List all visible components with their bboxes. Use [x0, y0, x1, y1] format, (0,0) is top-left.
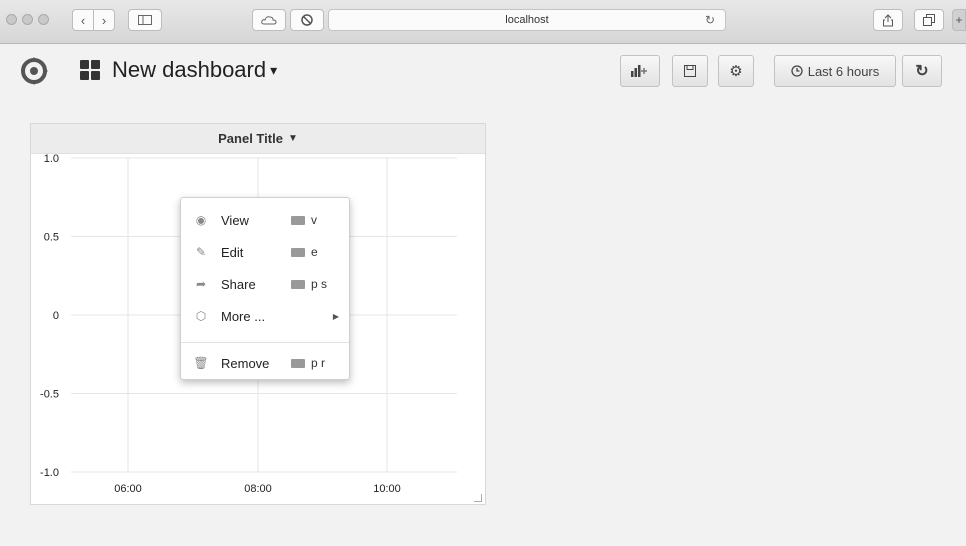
clock-icon [791, 65, 803, 77]
menu-item-label: Edit [221, 244, 244, 260]
x-tick-label: 10:00 [373, 483, 401, 495]
new-tab-button[interactable]: + [952, 9, 966, 31]
browser-toolbar: ‹ › localhost ↻ + [0, 0, 966, 44]
forward-button[interactable]: › [93, 9, 115, 31]
floppy-disk-icon [684, 65, 696, 77]
caret-down-icon: ▼ [287, 133, 298, 144]
tabs-overview-button[interactable] [914, 9, 944, 31]
panel-header[interactable]: Panel Title ▼ [31, 124, 485, 154]
time-range-label: Last 6 hours [807, 63, 880, 79]
privacy-button[interactable] [290, 9, 324, 31]
caret-right-icon: ▶ [332, 311, 339, 321]
panel-title: Panel Title [218, 131, 283, 146]
panel-context-menu: ◉ View v ✎ Edit e ➦ Share p s ⬡ More ...… [180, 197, 350, 380]
shortcut-hint: v [291, 213, 317, 227]
share-icon [883, 13, 893, 26]
trash-icon: 🗑 [193, 356, 209, 370]
tabs-icon [923, 14, 935, 26]
y-tick-label: -1.0 [40, 467, 59, 479]
x-tick-label: 06:00 [114, 483, 142, 495]
save-dashboard-button[interactable] [672, 55, 708, 87]
blocked-icon [301, 14, 313, 26]
shortcut-hint: p s [291, 277, 327, 291]
keyboard-icon [291, 215, 305, 225]
sidebar-toggle-button[interactable] [128, 9, 162, 31]
refresh-button[interactable]: ↻ [902, 55, 942, 87]
address-bar[interactable]: localhost ↻ [328, 9, 726, 31]
y-tick-label: 0 [53, 310, 59, 322]
cube-icon: ⬡ [195, 309, 207, 323]
edit-icon: ✎ [195, 245, 207, 259]
dashboard-title-text: New dashboard [112, 57, 267, 82]
menu-item-label: View [221, 212, 249, 228]
y-tick-label: 0.5 [44, 232, 59, 244]
keyboard-icon [291, 247, 305, 257]
caret-down-icon: ▾ [270, 62, 278, 78]
shortcut-text: e [311, 245, 318, 259]
menu-item-more[interactable]: ⬡ More ... ▶ [181, 300, 349, 332]
resize-handle-icon[interactable] [474, 494, 482, 502]
add-panel-icon [631, 65, 647, 77]
close-window-button[interactable] [6, 14, 17, 25]
chevron-left-icon: ‹ [80, 12, 86, 28]
dashboard-title[interactable]: New dashboard ▾ [112, 57, 277, 83]
menu-item-label: More ... [221, 308, 266, 324]
shortcut-text: p s [311, 277, 328, 291]
reload-icon[interactable]: ↻ [705, 13, 715, 27]
url-text: localhost [505, 14, 549, 26]
share-page-button[interactable] [873, 9, 903, 31]
menu-item-label: Remove [221, 355, 270, 371]
y-tick-label: 1.0 [44, 154, 59, 165]
grafana-logo-icon[interactable] [18, 55, 50, 87]
shortcut-hint: p r [291, 356, 325, 370]
dashboard-area: New dashboard ▾ ⚙ Last 6 hours ↻ Panel Ti… [0, 45, 966, 546]
back-button[interactable]: ‹ [72, 9, 94, 31]
share-icon: ➦ [195, 277, 207, 291]
menu-item-edit[interactable]: ✎ Edit e [181, 236, 349, 268]
shortcut-text: v [311, 213, 317, 227]
time-picker-button[interactable]: Last 6 hours [774, 55, 896, 87]
eye-icon: ◉ [195, 213, 207, 227]
minimize-window-button[interactable] [22, 14, 33, 25]
refresh-icon: ↻ [915, 63, 929, 80]
menu-item-label: Share [221, 276, 256, 292]
menu-item-remove[interactable]: 🗑 Remove p r [181, 347, 349, 379]
cloud-icon [261, 16, 277, 25]
shortcut-hint: e [291, 245, 318, 259]
menu-item-view[interactable]: ◉ View v [181, 204, 349, 236]
gear-icon: ⚙ [729, 63, 743, 80]
add-panel-button[interactable] [620, 55, 660, 87]
zoom-window-button[interactable] [38, 14, 49, 25]
shortcut-text: p r [311, 356, 326, 370]
keyboard-icon [291, 279, 305, 289]
x-tick-label: 08:00 [244, 483, 272, 495]
settings-button[interactable]: ⚙ [718, 55, 754, 87]
plus-icon: + [955, 13, 963, 27]
menu-item-share[interactable]: ➦ Share p s [181, 268, 349, 300]
y-tick-label: -0.5 [40, 389, 59, 401]
icloud-tabs-button[interactable] [252, 9, 286, 31]
chevron-right-icon: › [101, 12, 107, 28]
dashboard-grid-icon[interactable] [80, 60, 100, 80]
menu-divider [181, 342, 349, 343]
keyboard-icon [291, 358, 305, 368]
sidebar-icon [138, 15, 152, 25]
